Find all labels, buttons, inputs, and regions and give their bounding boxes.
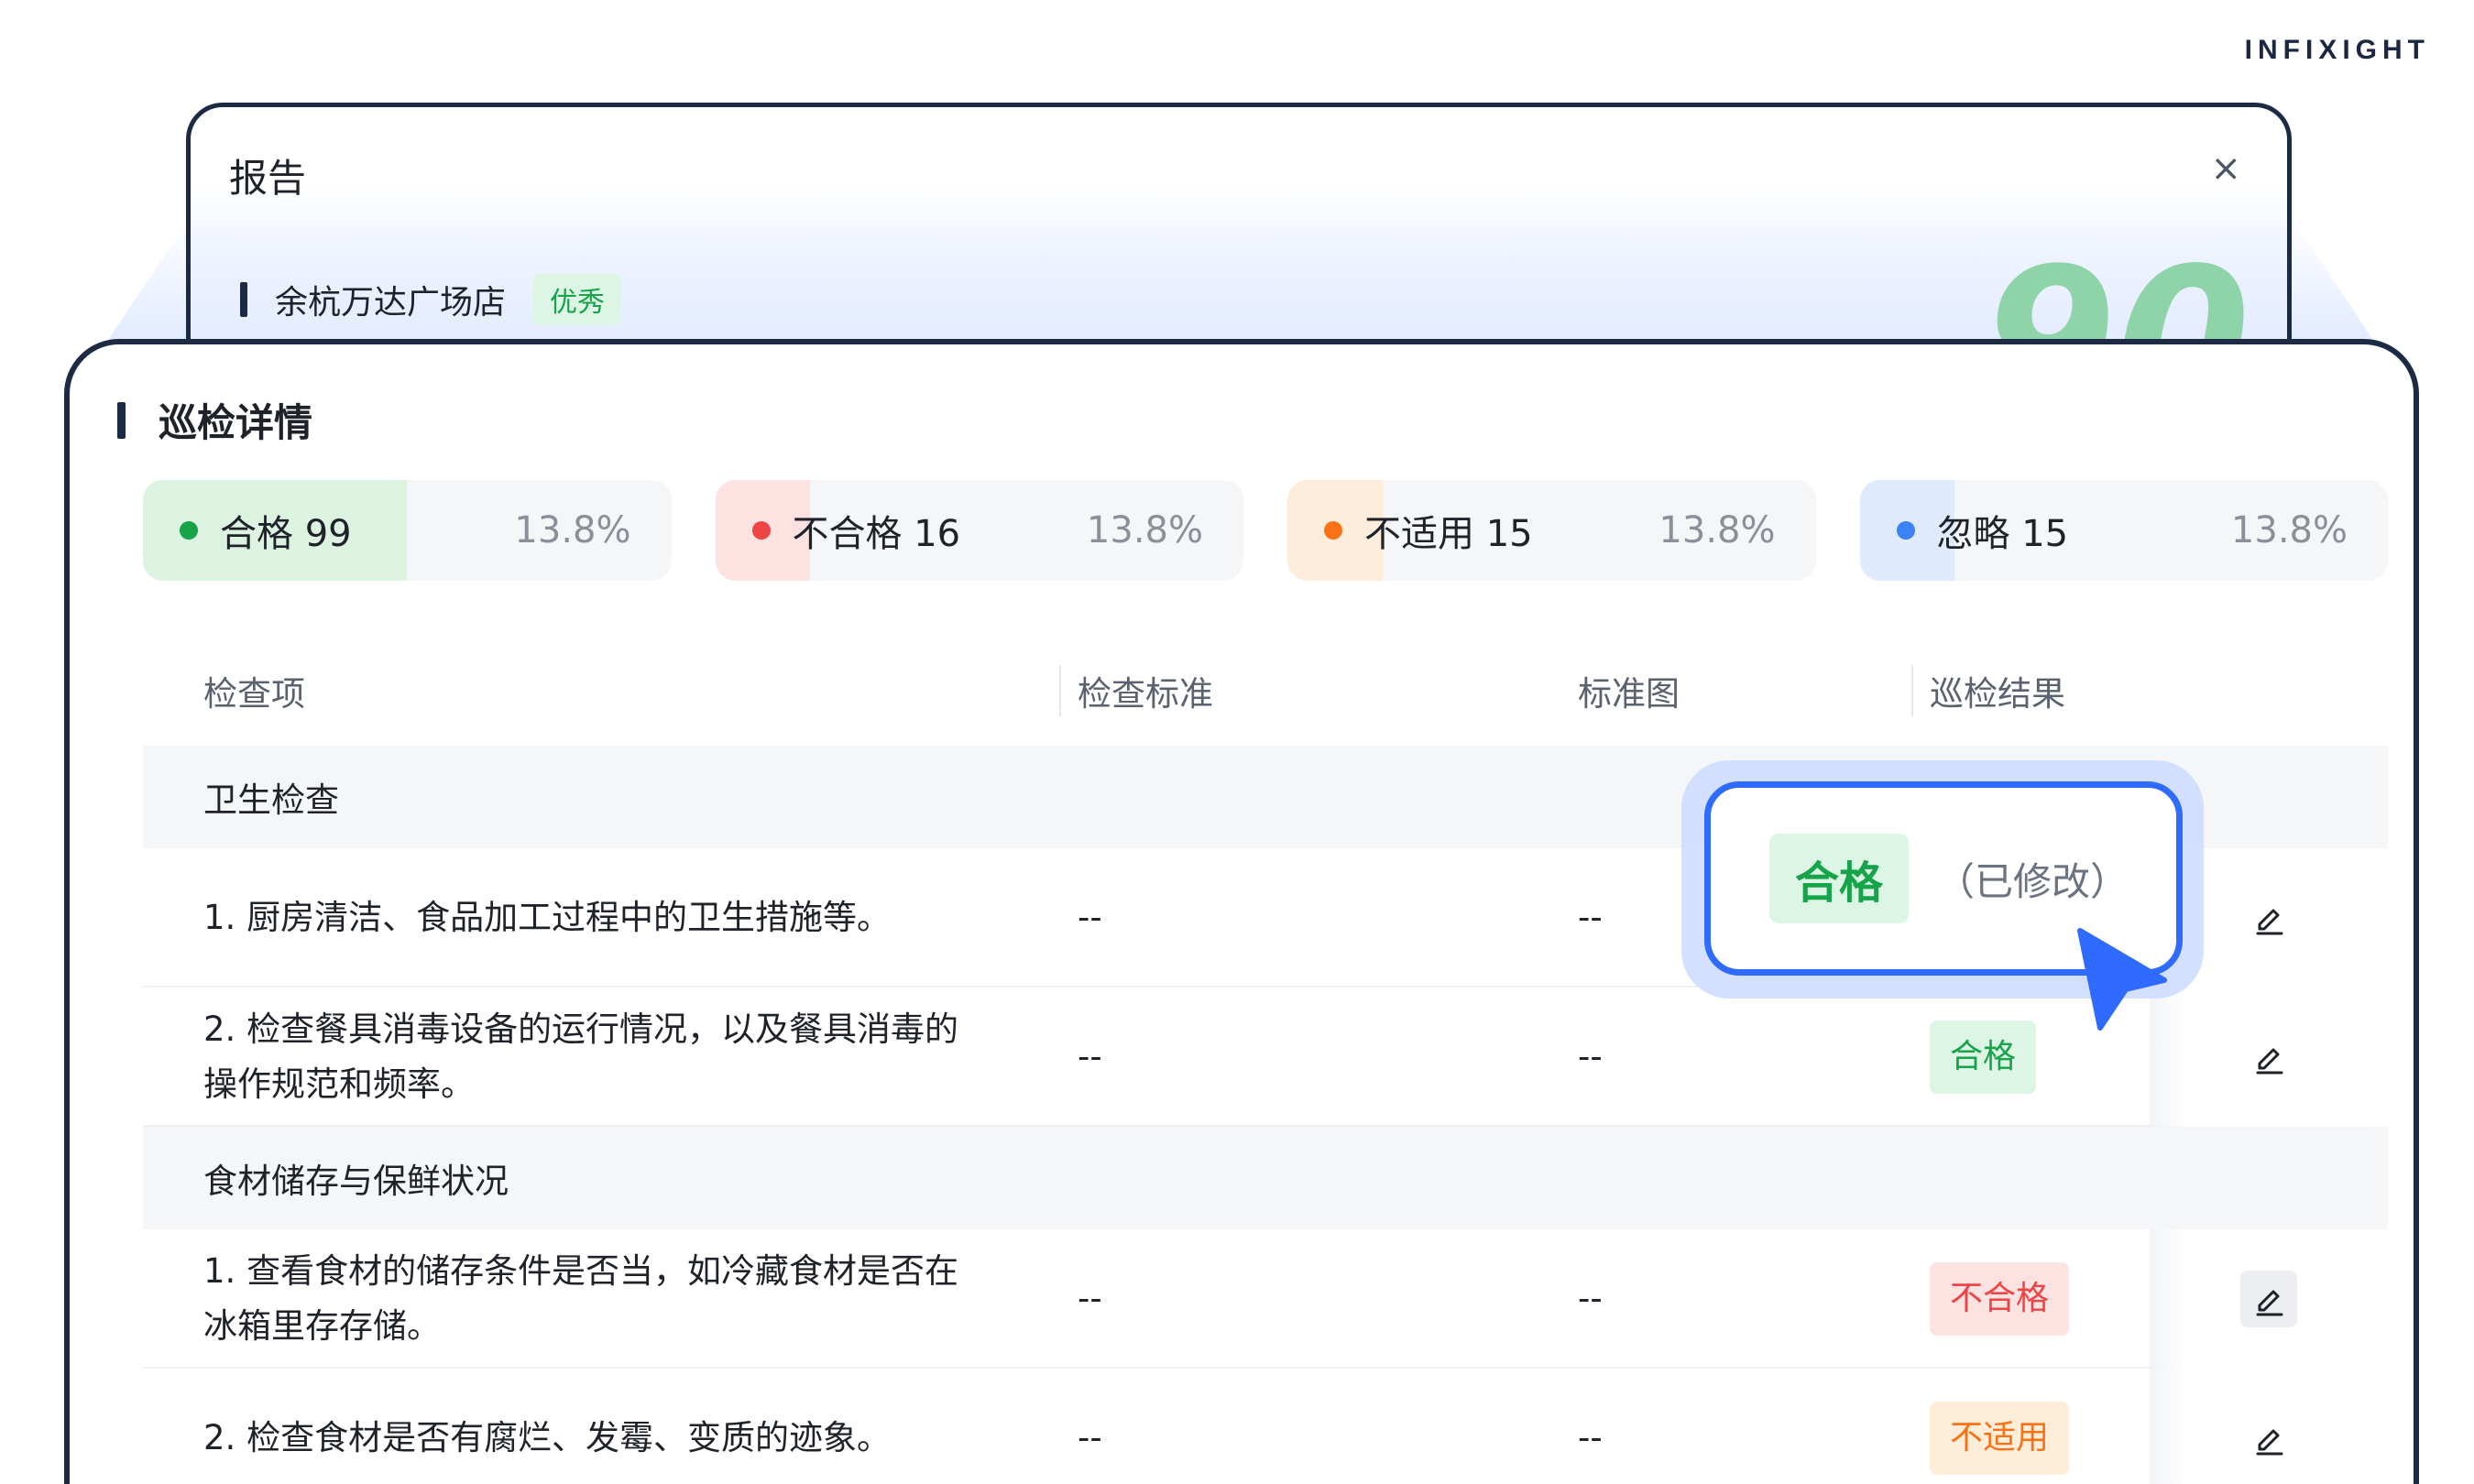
column-divider [1911,665,1913,716]
edit-icon[interactable] [2240,1271,2297,1327]
action-cell [2150,1369,2388,1484]
grade-badge: 优秀 [533,274,622,325]
result-badge-pass: 合格 [1769,834,1910,923]
check-item: 1. 厨房清洁、食品加工过程中的卫生措施等。 [203,898,892,937]
stat-percent: 13.8% [514,509,631,551]
stat-card[interactable]: 不合格 16 13.8% [715,480,1243,581]
action-cell [2150,988,2388,1127]
section-marker [240,282,247,317]
stat-percent: 13.8% [1086,509,1203,551]
stat-label-text: 不合格 16 [792,513,961,555]
action-cell [2150,1229,2388,1369]
column-divider [1059,665,1061,716]
group-row: 食材储存与保鲜状况 [143,1127,2388,1229]
stat-label: 合格 99 [180,480,352,581]
result-badge: 合格 [1930,1020,2037,1094]
cursor-arrow-icon [2077,928,2167,1031]
edit-icon[interactable] [2240,889,2297,946]
col-header-image: 标准图 [1578,674,1680,714]
stat-card[interactable]: 忽略 15 13.8% [1859,480,2388,581]
check-item: 1. 查看食材的储存条件是否当，如冷藏食材是否在冰箱里存存储。 [203,1251,959,1346]
stat-label-text: 合格 99 [220,513,352,555]
table-row: 2. 检查餐具消毒设备的运行情况，以及餐具消毒的操作规范和频率。 -- -- 合格 [143,988,2388,1127]
check-standard: -- [1078,1037,1102,1076]
stat-percent: 13.8% [2230,509,2348,551]
stat-label-text: 忽略 15 [1936,513,2069,555]
status-dot-icon [1324,521,1342,540]
check-item: 2. 检查食材是否有腐烂、发霉、变质的迹象。 [203,1418,892,1457]
standard-image: -- [1578,1279,1603,1318]
table-row: 2. 检查食材是否有腐烂、发霉、变质的迹象。 -- -- 不适用 [143,1369,2388,1484]
standard-image: -- [1578,898,1603,937]
check-item: 2. 检查餐具消毒设备的运行情况，以及餐具消毒的操作规范和频率。 [203,1009,959,1104]
section-marker [117,401,126,439]
edit-icon[interactable] [2240,1029,2297,1086]
result-cell: 合格 [1930,988,2037,1127]
result-cell: 不合格 [1930,1229,2070,1369]
store-name: 余杭万达广场店 [275,284,507,322]
check-standard: -- [1078,1279,1102,1318]
section-header: 巡检详情 [117,392,312,448]
standard-image: -- [1578,1418,1603,1457]
stat-label: 不合格 16 [751,480,961,581]
table-header: 检查项 检查标准 标准图 巡检结果 [143,636,2388,746]
section-title: 巡检详情 [159,400,313,445]
status-dot-icon [180,521,198,540]
result-cell: 不适用 [1930,1369,2070,1484]
result-badge: 不合格 [1930,1262,2070,1336]
edit-icon[interactable] [2240,1410,2297,1467]
check-standard: -- [1078,1418,1102,1457]
report-title: 报告 [229,156,307,201]
stat-card[interactable]: 合格 99 13.8% [143,480,672,581]
stats-bar: 合格 99 13.8% 不合格 16 13.8% 不适用 15 13.8% 忽略 15 13.… [143,480,2388,581]
store-header: 余杭万达广场店 优秀 [240,274,622,325]
stat-card[interactable]: 不适用 15 13.8% [1287,480,1816,581]
modified-note: （已修改） [1936,858,2129,904]
close-icon[interactable]: × [2210,147,2241,190]
stat-label-text: 不适用 15 [1364,513,1533,555]
status-dot-icon [1896,521,1915,540]
stat-label: 不适用 15 [1324,480,1533,581]
status-dot-icon [751,521,771,540]
stat-percent: 13.8% [1658,509,1776,551]
standard-image: -- [1578,1037,1603,1076]
report-card: 报告 × 余杭万达广场店 优秀 90 [186,103,2292,377]
table-row: 1. 查看食材的储存条件是否当，如冷藏食材是否在冰箱里存存储。 -- -- 不合格 [143,1229,2388,1369]
col-header-item: 检查项 [203,674,305,714]
brand-logo: INFIXIGHT [2244,35,2430,65]
col-header-standard: 检查标准 [1078,674,1213,714]
result-badge: 不适用 [1930,1402,2070,1475]
col-header-result: 巡检结果 [1930,674,2065,714]
check-standard: -- [1078,898,1102,937]
stat-label: 忽略 15 [1896,480,2069,581]
